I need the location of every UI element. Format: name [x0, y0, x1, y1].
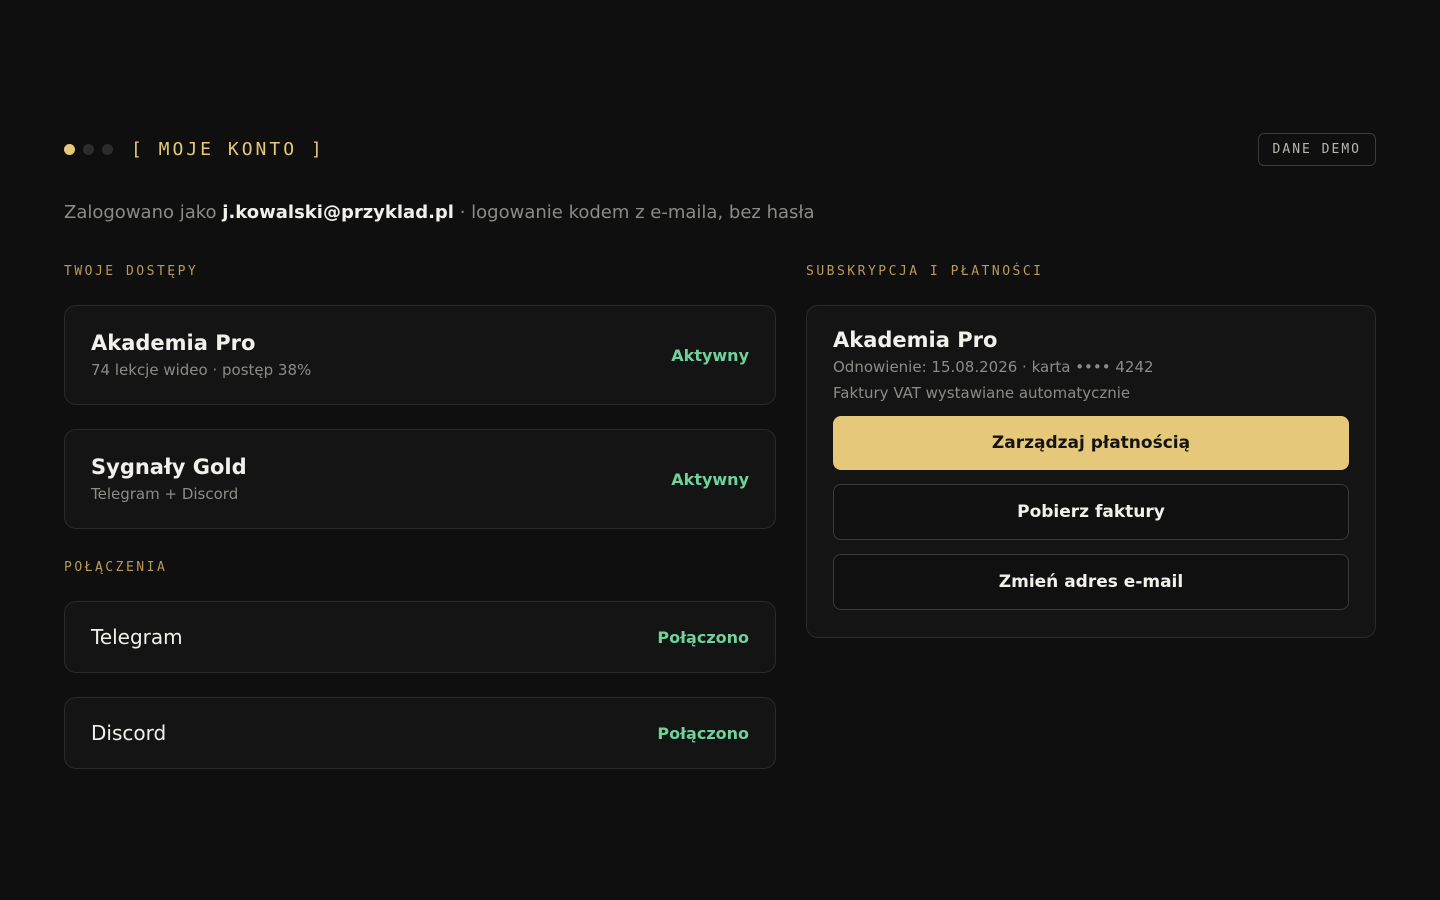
- change-email-button[interactable]: Zmień adres e-mail: [833, 554, 1349, 610]
- login-email: j.kowalski@przyklad.pl: [222, 202, 454, 223]
- access-card-sygnaly-gold[interactable]: Sygnały Gold Telegram + Discord Aktywny: [64, 429, 776, 529]
- subscription-card: Akademia Pro Odnowienie: 15.08.2026 · ka…: [806, 305, 1376, 638]
- access-subtitle: Telegram + Discord: [91, 485, 239, 503]
- connection-telegram[interactable]: Telegram Połączono: [64, 601, 776, 673]
- dot-active-icon: [64, 143, 75, 155]
- dot-icon: [102, 143, 113, 155]
- connections-section-label: POŁĄCZENIA: [64, 560, 168, 575]
- download-invoices-button[interactable]: Pobierz faktury: [833, 484, 1349, 540]
- window-dots: [64, 143, 113, 155]
- manage-payment-button[interactable]: Zarządzaj płatnością: [833, 416, 1349, 470]
- connection-status: Połączono: [657, 723, 749, 743]
- brand: [ MOJE KONTO ]: [64, 139, 325, 160]
- connection-name: Discord: [91, 721, 167, 745]
- login-method: · logowanie kodem z e-maila, bez hasła: [459, 202, 815, 223]
- invoices-note: Faktury VAT wystawiane automatycznie: [833, 384, 1131, 402]
- access-title: Akademia Pro: [91, 331, 256, 355]
- subscription-section-label: SUBSKRYPCJA I PŁATNOŚCI: [806, 264, 1044, 279]
- access-subtitle: 74 lekcje wideo · postęp 38%: [91, 361, 312, 379]
- access-title: Sygnały Gold: [91, 455, 247, 479]
- status-badge: Aktywny: [671, 345, 749, 365]
- login-info: Zalogowano jako j.kowalski@przyklad.pl ·…: [64, 202, 815, 223]
- top-bar: [ MOJE KONTO ] DANE DEMO: [64, 132, 1376, 166]
- login-prefix: Zalogowano jako: [64, 202, 217, 223]
- connection-name: Telegram: [91, 625, 183, 649]
- connection-status: Połączono: [657, 627, 749, 647]
- status-badge: Aktywny: [671, 469, 749, 489]
- account-page: [ MOJE KONTO ] DANE DEMO Zalogowano jako…: [0, 0, 1440, 900]
- demo-data-badge: DANE DEMO: [1257, 132, 1376, 166]
- subscription-title: Akademia Pro: [833, 328, 998, 352]
- dot-icon: [83, 143, 94, 155]
- access-card-akademia-pro[interactable]: Akademia Pro 74 lekcje wideo · postęp 38…: [64, 305, 776, 405]
- renewal-info: Odnowienie: 15.08.2026 · karta •••• 4242: [833, 358, 1154, 376]
- page-title: [ MOJE KONTO ]: [131, 138, 325, 160]
- access-section-label: TWOJE DOSTĘPY: [64, 264, 199, 279]
- connection-discord[interactable]: Discord Połączono: [64, 697, 776, 769]
